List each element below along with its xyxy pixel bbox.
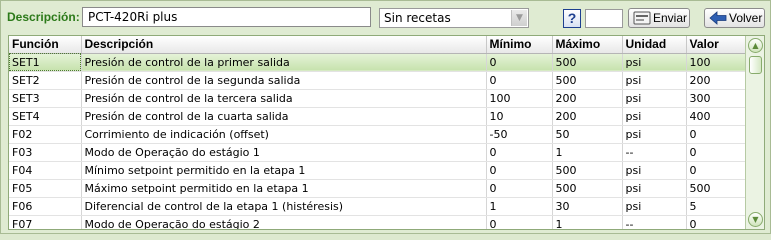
table-row[interactable]: SET3 Presión de control de la tercera sal… <box>9 89 746 108</box>
cell-value[interactable]: 400 <box>686 107 746 126</box>
chevron-down-icon[interactable]: ▼ <box>511 10 527 26</box>
cell-description: Corrimiento de indicación (offset) <box>81 125 487 144</box>
cell-minimum: 0 <box>486 179 553 198</box>
cell-maximum: 200 <box>552 89 623 108</box>
cell-description: Presión de control de la cuarta salida <box>81 107 487 126</box>
cell-minimum: 0 <box>486 53 553 72</box>
column-header-minimum[interactable]: Mínimo <box>486 36 553 54</box>
cell-function: SET4 <box>9 107 82 126</box>
cell-description: Máximo setpoint permitido en la etapa 1 <box>81 179 487 198</box>
column-header-maximum[interactable]: Máximo <box>552 36 623 54</box>
cell-minimum: 0 <box>486 161 553 180</box>
cell-value[interactable]: 0 <box>686 161 746 180</box>
cell-description: Modo de Operação do estágio 1 <box>81 143 487 162</box>
cell-maximum: 500 <box>552 179 623 198</box>
cell-function: F06 <box>9 197 82 216</box>
parameters-window: Descripción: PCT-420Ri plus Sin recetas … <box>0 0 771 234</box>
cell-value[interactable]: 5 <box>686 197 746 216</box>
cell-description: Presión de control de la primer salida <box>81 53 487 72</box>
cell-unit: psi <box>622 197 687 216</box>
cell-unit: psi <box>622 179 687 198</box>
cell-description: Mínimo setpoint permitido en la etapa 1 <box>81 161 487 180</box>
table-header-row: Función Descripción Mínimo Máximo Unidad… <box>9 36 746 54</box>
parameters-table: Función Descripción Mínimo Máximo Unidad… <box>8 35 765 230</box>
cell-function: F02 <box>9 125 82 144</box>
help-button[interactable]: ? <box>563 9 581 28</box>
send-button[interactable]: Enviar <box>628 8 690 28</box>
cell-minimum: 1 <box>486 197 553 216</box>
back-arrow-icon <box>709 11 727 25</box>
send-label: Enviar <box>653 11 688 25</box>
column-header-unit[interactable]: Unidad <box>622 36 687 54</box>
cell-function: SET2 <box>9 71 82 90</box>
cell-value[interactable]: 0 <box>686 125 746 144</box>
cell-unit: psi <box>622 125 687 144</box>
chevron-down-icon[interactable]: ▼ <box>748 212 763 227</box>
cell-description: Presión de control de la segunda salida <box>81 71 487 90</box>
cell-value[interactable]: 0 <box>686 143 746 162</box>
cell-maximum: 1 <box>552 215 623 229</box>
cell-maximum: 500 <box>552 161 623 180</box>
back-button[interactable]: Volver <box>704 8 765 28</box>
cell-minimum: 100 <box>486 89 553 108</box>
cell-unit: -- <box>622 215 687 229</box>
scrollbar-thumb[interactable] <box>749 56 762 74</box>
cell-minimum: 0 <box>486 215 553 229</box>
cell-maximum: 500 <box>552 71 623 90</box>
cell-unit: psi <box>622 53 687 72</box>
column-header-description[interactable]: Descripción <box>81 36 487 54</box>
table-row[interactable]: F05 Máximo setpoint permitido en la etapa… <box>9 179 746 198</box>
recipe-select[interactable]: Sin recetas ▼ <box>379 8 529 28</box>
table-row[interactable]: F04 Mínimo setpoint permitido en la etapa… <box>9 161 746 180</box>
cell-value[interactable]: 500 <box>686 179 746 198</box>
cell-function: F07 <box>9 215 82 229</box>
cell-unit: -- <box>622 143 687 162</box>
table-row[interactable]: F06 Diferencial de control de la etapa 1 … <box>9 197 746 216</box>
cell-description: Modo de Operação do estágio 2 <box>81 215 487 229</box>
table-row[interactable]: F02 Corrimiento de indicación (offset) -50… <box>9 125 746 144</box>
column-header-value[interactable]: Valor <box>686 36 746 54</box>
cell-function: F05 <box>9 179 82 198</box>
back-label: Volver <box>729 11 763 25</box>
cell-function: F03 <box>9 143 82 162</box>
description-field[interactable]: PCT-420Ri plus <box>82 7 371 27</box>
table-row[interactable]: F07 Modo de Operação do estágio 2 0 1 -- 0 <box>9 215 746 229</box>
cell-minimum: 0 <box>486 71 553 90</box>
cell-unit: psi <box>622 71 687 90</box>
cell-value[interactable]: 300 <box>686 89 746 108</box>
table-row[interactable]: SET1 Presión de control de la primer sali… <box>9 53 746 72</box>
cell-function: F04 <box>9 161 82 180</box>
send-icon <box>633 11 651 25</box>
cell-minimum: -50 <box>486 125 553 144</box>
address-field[interactable] <box>585 9 623 28</box>
cell-maximum: 200 <box>552 107 623 126</box>
cell-unit: psi <box>622 89 687 108</box>
cell-unit: psi <box>622 107 687 126</box>
cell-description: Presión de control de la tercera salida <box>81 89 487 108</box>
cell-maximum: 30 <box>552 197 623 216</box>
table-row[interactable]: SET4 Presión de control de la cuarta sali… <box>9 107 746 126</box>
table-row[interactable]: SET2 Presión de control de la segunda sal… <box>9 71 746 90</box>
table-row[interactable]: F03 Modo de Operação do estágio 1 0 1 -- 0 <box>9 143 746 162</box>
description-label: Descripción: <box>7 10 80 24</box>
cell-minimum: 0 <box>486 143 553 162</box>
chevron-up-icon[interactable]: ▲ <box>748 38 763 53</box>
column-header-function[interactable]: Función <box>9 36 82 54</box>
cell-function: SET3 <box>9 89 82 108</box>
cell-description: Diferencial de control de la etapa 1 (hi… <box>81 197 487 216</box>
cell-function: SET1 <box>9 53 82 72</box>
cell-unit: psi <box>622 161 687 180</box>
cell-maximum: 500 <box>552 53 623 72</box>
cell-value[interactable]: 100 <box>686 53 746 72</box>
cell-maximum: 50 <box>552 125 623 144</box>
cell-minimum: 10 <box>486 107 553 126</box>
recipe-select-value: Sin recetas <box>384 11 451 25</box>
vertical-scrollbar[interactable]: ▲ ▼ <box>745 36 764 229</box>
cell-value[interactable]: 200 <box>686 71 746 90</box>
cell-value[interactable]: 0 <box>686 215 746 229</box>
cell-maximum: 1 <box>552 143 623 162</box>
